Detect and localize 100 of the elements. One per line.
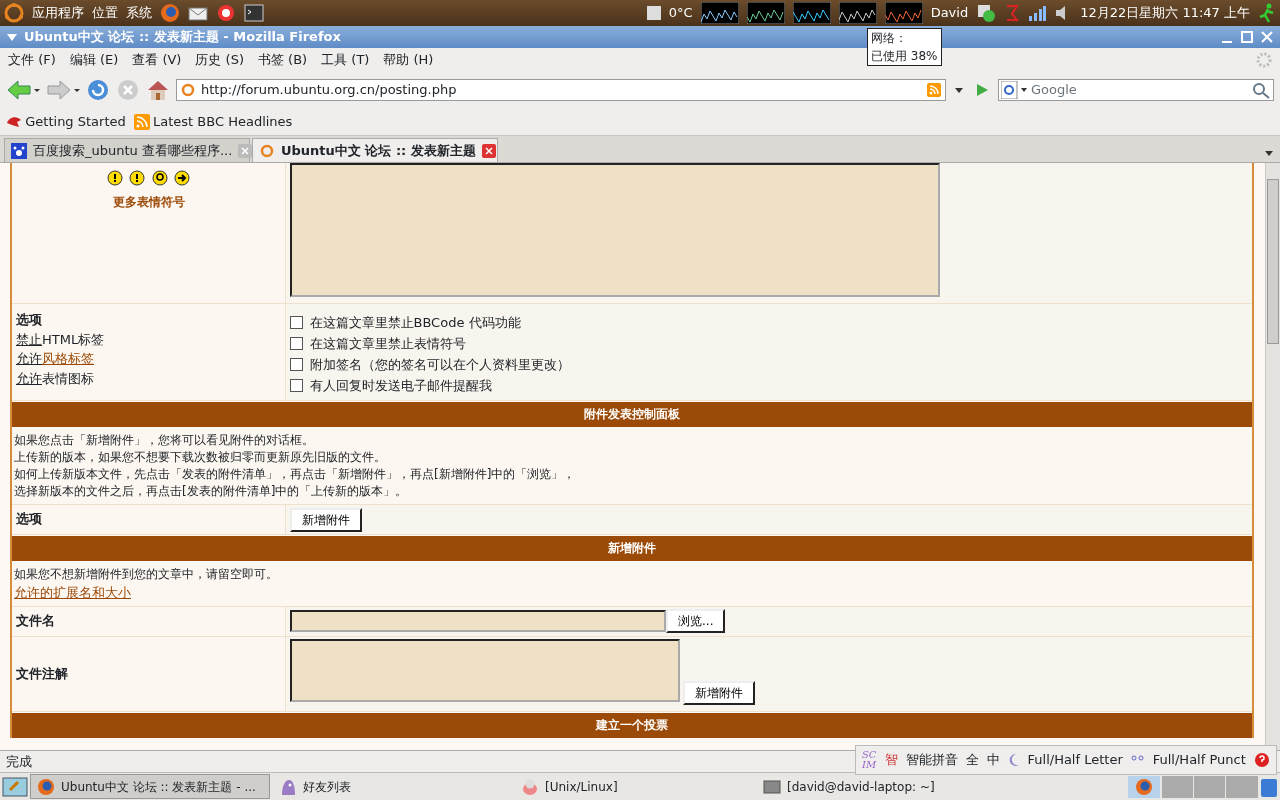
moon-icon — [1007, 753, 1020, 767]
rule-link[interactable]: 禁止 — [16, 329, 42, 349]
browser-tab[interactable]: 百度搜索_ubuntu 查看哪些程序... — [4, 138, 250, 162]
help-text: 如果您不想新增附件到您的文章中，请留空即可。 — [14, 566, 279, 583]
ubuntu-logo-icon[interactable] — [4, 3, 24, 23]
panel-menu[interactable]: 应用程序 — [32, 3, 84, 23]
rule-label: 表情图标 — [42, 369, 94, 388]
site-icon — [259, 142, 275, 159]
section-header: 附件发表控制面板 — [12, 402, 1252, 427]
system-monitor-graph — [700, 2, 739, 24]
home-icon[interactable] — [146, 78, 170, 102]
input-method-option[interactable]: 中 — [986, 750, 1000, 770]
input-method-option[interactable]: 全 — [965, 750, 979, 770]
show-desktop-icon[interactable] — [2, 775, 28, 798]
clock-text[interactable]: 12月22日星期六 11:47 上午 — [1080, 3, 1250, 23]
add-attachment-button[interactable]: 新增附件 — [683, 680, 756, 705]
file-name-field[interactable] — [290, 610, 666, 632]
system-monitor-graph — [884, 2, 923, 24]
back-arrow-icon[interactable] — [6, 78, 40, 102]
paw-icon — [11, 142, 27, 159]
maximize-icon[interactable] — [1240, 30, 1254, 44]
temperature-text: 0°C — [668, 4, 693, 23]
address-field[interactable]: http://forum.ubuntu.org.cn/posting.php — [176, 79, 946, 101]
input-method-option[interactable]: 智能拼音 — [905, 750, 958, 770]
scim-logo: SC IM — [862, 750, 877, 770]
taskbar-button[interactable]: 好友列表 — [272, 774, 512, 799]
menu-item[interactable]: 工具 (T) — [321, 50, 370, 70]
extensions-link[interactable]: 允许的扩展名和大小 — [14, 583, 131, 603]
menu-item[interactable]: 查看 (V) — [132, 50, 182, 70]
smiley-icon[interactable] — [106, 170, 123, 187]
taskbar-button[interactable]: [Unix/Linux] — [514, 774, 754, 799]
system-monitor-graph — [792, 2, 831, 24]
checkbox-label: 在这篇文章里禁止BBCode 代码功能 — [309, 313, 521, 332]
taskbar-button[interactable]: Ubuntu中文 论坛 :: 发表新主题 - ... — [30, 774, 270, 799]
menu-item[interactable]: 书签 (B) — [257, 50, 308, 70]
menu-item[interactable]: 帮助 (H) — [383, 50, 434, 70]
bookmark-link[interactable]: Latest BBC Headlines — [133, 111, 293, 132]
terminal-icon — [763, 777, 781, 796]
checkbox-label: 在这篇文章里禁止表情符号 — [309, 334, 466, 353]
rule-label: HTML标签 — [42, 330, 105, 349]
rule-link[interactable]: 风格标签 — [42, 349, 94, 369]
checkbox-label: 有人回复时发送电子邮件提醒我 — [309, 376, 492, 395]
panel-menu[interactable]: 系统 — [126, 3, 152, 23]
tooltip-text: 已使用 38% — [871, 48, 938, 65]
signal-icon[interactable] — [1028, 5, 1047, 21]
input-method-icon[interactable] — [1004, 4, 1021, 22]
browser-tab[interactable]: Ubuntu中文 论坛 :: 发表新主题 — [252, 138, 498, 162]
search-icon[interactable] — [1251, 81, 1271, 99]
input-method-option[interactable]: Full/Half Letter — [1027, 750, 1123, 770]
checkbox[interactable] — [290, 337, 303, 350]
weather-icon — [646, 6, 661, 20]
pidgin-icon — [279, 777, 297, 796]
checkbox-label: 附加签名（您的签名可以在个人资料里更改） — [309, 355, 570, 374]
site-icon — [181, 83, 195, 97]
scrollbar[interactable] — [1265, 163, 1280, 750]
rule-link[interactable]: 允许 — [16, 368, 42, 388]
options-label: 选项 — [16, 311, 43, 329]
section-header: 建立一个投票 — [12, 712, 1252, 738]
panel-menu[interactable]: 位置 — [92, 3, 118, 23]
search-field[interactable]: Google — [998, 79, 1274, 101]
close-tab-icon[interactable] — [481, 143, 496, 158]
menu-item[interactable]: 编辑 (E) — [69, 50, 119, 70]
firefox-icon[interactable] — [1128, 775, 1160, 798]
close-icon[interactable] — [1260, 30, 1274, 44]
checkbox[interactable] — [290, 379, 303, 392]
smiley-icon[interactable] — [129, 170, 146, 187]
firefox-icon — [37, 777, 55, 796]
help-icon[interactable] — [1253, 752, 1270, 768]
checkbox[interactable] — [290, 358, 303, 371]
input-method-option[interactable]: Full/Half Punct — [1152, 750, 1246, 770]
taskbar-button[interactable]: [david@david-laptop: ~] — [756, 774, 996, 799]
file-comment-textarea[interactable] — [290, 638, 680, 702]
browse-button[interactable]: 浏览... — [666, 609, 726, 633]
window-menu-icon[interactable] — [6, 31, 18, 43]
smiley-icon[interactable] — [151, 170, 168, 187]
rule-link[interactable]: 允许 — [16, 349, 42, 369]
throbber-icon — [1256, 52, 1272, 68]
menu-item[interactable]: 文件 (F) — [8, 50, 56, 70]
input-method-mark: 智 — [884, 751, 898, 770]
lifebuoy-icon[interactable] — [216, 3, 236, 23]
help-text: 选择新版本的文件之后，再点击[发表的附件清单]中的「上传新的版本」。 — [14, 483, 409, 500]
qq-icon — [521, 777, 539, 796]
bookmark-link[interactable]: Getting Started — [6, 111, 126, 132]
running-man-icon[interactable] — [1258, 3, 1276, 23]
help-text: 如何上传新版本文件，先点击「发表的附件清单」，再点击「新增附件」，再点[新增附件]中的「浏览」， — [14, 466, 577, 483]
terminal-icon[interactable] — [244, 3, 264, 23]
workspace-switcher-icon[interactable] — [1162, 775, 1258, 798]
menu-item[interactable]: 历史 (S) — [195, 50, 244, 70]
section-header: 新增附件 — [12, 536, 1252, 561]
smiley-icon[interactable] — [174, 170, 191, 187]
user-name[interactable]: David — [930, 3, 969, 23]
system-monitor-graph — [746, 2, 785, 24]
firefox-icon[interactable] — [160, 3, 180, 23]
checkbox[interactable] — [290, 316, 303, 329]
add-attachment-button[interactable]: 新增附件 — [290, 508, 362, 532]
help-text: 如果您点击「新增附件」，您将可以看见附件的对话框。 — [14, 432, 315, 449]
status-icon[interactable] — [976, 3, 997, 23]
tooltip-text: 网络： — [871, 30, 908, 47]
more-smilies-link[interactable]: 更多表情符号 — [112, 192, 185, 211]
reload-icon[interactable] — [86, 78, 110, 102]
